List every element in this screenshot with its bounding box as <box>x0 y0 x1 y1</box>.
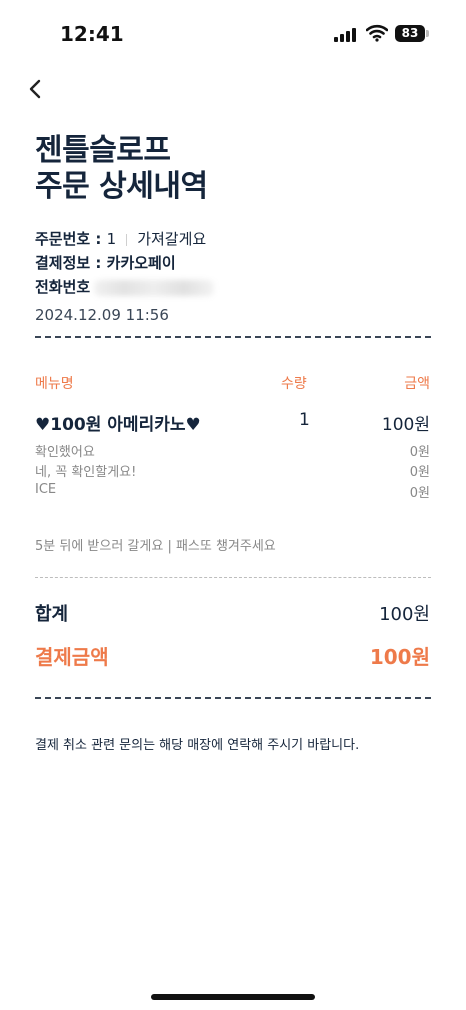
request-note: 5분 뒤에 받으러 갈게요 | 패스또 챙겨주세요 <box>35 539 276 554</box>
column-menu: 메뉴명 <box>35 376 74 392</box>
column-amount: 금액 <box>404 376 430 392</box>
battery-tip <box>426 30 429 37</box>
item-option: 확인했어요 <box>35 445 95 460</box>
total-label: 합계 <box>35 604 69 625</box>
status-bar: 12:41 83 <box>0 0 466 70</box>
item-name: ♥100원 아메리카노♥ <box>35 415 201 435</box>
cancel-notice: 결제 취소 관련 문의는 해당 매장에 연락해 주시기 바랍니다. <box>35 738 360 753</box>
payment-amount-label: 결제금액 <box>35 645 109 669</box>
order-number-label: 주문번호 : <box>35 230 107 248</box>
item-option: ICE <box>35 482 57 497</box>
battery-icon: 83 <box>395 25 425 42</box>
order-number: 1 <box>106 230 117 248</box>
phone-number-redacted <box>94 279 215 296</box>
item-option-price: 0원 <box>409 465 430 480</box>
page-title: 젠틀슬로프 주문 상세내역 <box>35 133 208 205</box>
wifi-icon <box>366 24 388 42</box>
page-subtitle: 주문 상세내역 <box>35 169 208 204</box>
payment-amount-value: 100원 <box>369 645 430 669</box>
order-type: 가져갈게요 <box>137 230 207 248</box>
cellular-signal-icon <box>334 28 358 42</box>
total-value: 100원 <box>379 604 430 625</box>
payment-label: 결제정보 : <box>35 254 107 272</box>
phone-label: 전화번호 <box>35 278 91 296</box>
divider-dashed-light <box>35 577 431 578</box>
item-option-price: 0원 <box>409 486 430 501</box>
status-time: 12:41 <box>60 22 124 46</box>
payment-info-row: 결제정보 : 카카오페이 <box>35 252 176 273</box>
item-price: 100원 <box>381 415 430 435</box>
home-indicator[interactable] <box>151 994 315 1000</box>
order-datetime: 2024.12.09 11:56 <box>35 306 169 324</box>
divider-dashed <box>35 336 431 338</box>
item-option-price: 0원 <box>409 445 430 460</box>
item-option: 네, 꼭 확인할게요! <box>35 465 137 480</box>
divider-dashed <box>35 697 431 699</box>
store-name: 젠틀슬로프 <box>35 133 171 168</box>
payment-method: 카카오페이 <box>106 254 176 272</box>
phone-row: 전화번호 <box>35 276 215 297</box>
order-number-row: 주문번호 : 1 가져갈게요 <box>35 228 206 249</box>
column-qty: 수량 <box>281 376 307 392</box>
back-arrow-icon[interactable] <box>24 76 48 102</box>
divider <box>126 233 128 246</box>
item-qty: 1 <box>299 410 310 430</box>
